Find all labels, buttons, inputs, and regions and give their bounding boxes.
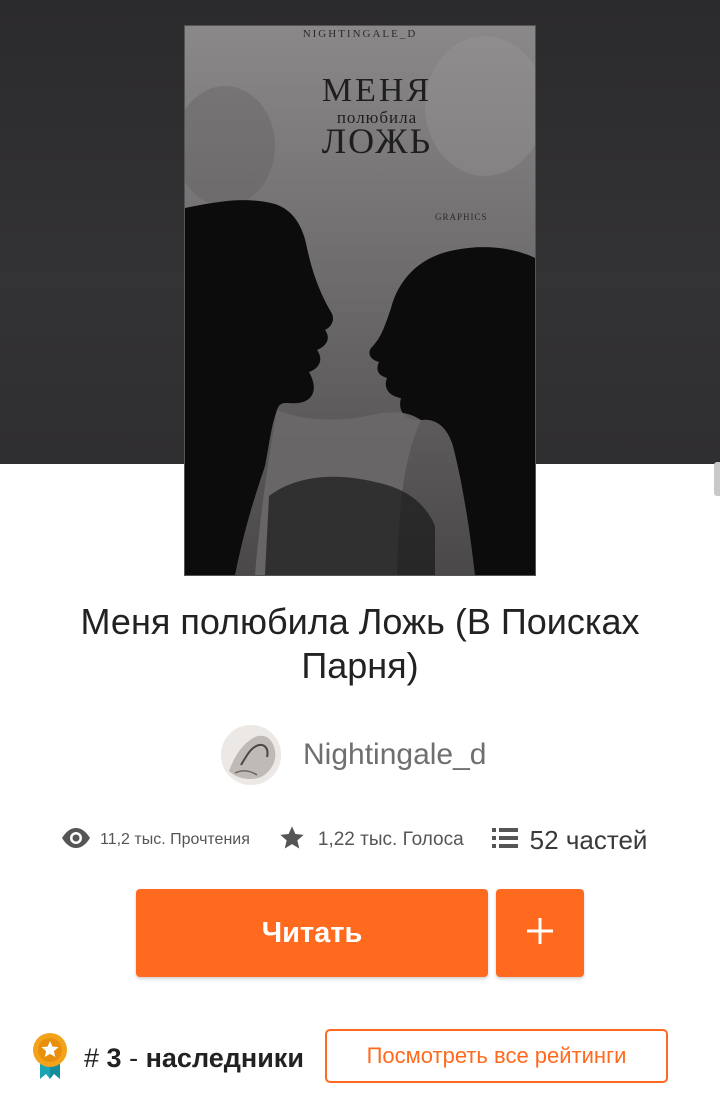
rank-tag: наследники xyxy=(145,1042,304,1073)
medal-icon xyxy=(30,1031,70,1086)
rank-number: 3 xyxy=(106,1042,122,1073)
add-to-library-button[interactable] xyxy=(496,889,584,977)
rank-separator: - xyxy=(129,1042,139,1073)
list-icon xyxy=(491,826,518,855)
cover-title-line-1: МЕНЯ xyxy=(321,72,433,109)
stat-parts[interactable]: 52 частей xyxy=(491,825,648,856)
cover-title-line-3: ЛОЖЬ xyxy=(321,121,433,161)
author-link[interactable]: Nightingale_d xyxy=(221,725,486,785)
plus-icon xyxy=(525,916,555,951)
parts-count[interactable]: 52 частей xyxy=(530,825,648,856)
eye-icon xyxy=(60,826,92,855)
read-button[interactable]: Читать xyxy=(136,889,488,977)
reads-count: 11,2 тыс. Прочтения xyxy=(100,831,250,848)
cover-graphics-mark: GRAPHICS xyxy=(435,212,488,222)
rank-label: # 3 - наследники xyxy=(84,1043,304,1074)
stat-votes: 1,22 тыс. Голоса xyxy=(278,824,464,857)
story-title: Меня полюбила Ложь (В Поисках Парня) xyxy=(80,601,640,686)
stat-reads: 11,2 тыс. Прочтения xyxy=(60,826,250,855)
view-all-ratings-button[interactable]: Посмотреть все рейтинги xyxy=(325,1029,668,1083)
story-stats: 11,2 тыс. Прочтения 1,22 тыс. Голоса 52 … xyxy=(60,818,647,862)
star-icon xyxy=(278,824,306,857)
scrollbar-thumb[interactable] xyxy=(714,462,720,496)
author-avatar[interactable] xyxy=(221,725,281,785)
votes-count: 1,22 тыс. Голоса xyxy=(317,829,464,850)
ranking-row: # 3 - наследники xyxy=(30,1030,304,1086)
book-cover[interactable]: NIGHTINGALE_D МЕНЯ полюбила ЛОЖЬ GRAPHIC… xyxy=(185,26,535,575)
rank-hash: # xyxy=(84,1042,100,1073)
cover-author-mark: NIGHTINGALE_D xyxy=(302,28,418,40)
author-name[interactable]: Nightingale_d xyxy=(303,738,486,772)
